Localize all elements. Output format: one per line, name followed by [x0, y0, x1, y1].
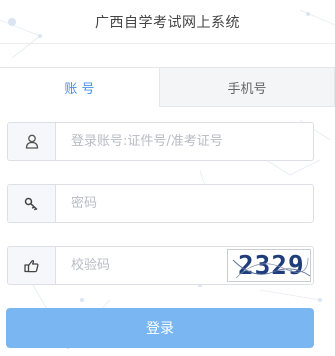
account-field [7, 122, 314, 161]
page-title: 广西自学考试网上系统 [95, 14, 240, 31]
captcha-field: 2329 [7, 246, 314, 285]
tab-phone[interactable]: 手机号 [159, 67, 335, 107]
password-field [7, 184, 314, 223]
account-input[interactable] [56, 123, 313, 160]
password-input[interactable] [56, 185, 313, 222]
background-network-decoration [0, 9, 335, 349]
hand-pointer-icon [8, 247, 56, 284]
captcha-noise-lines [232, 257, 311, 279]
key-icon [8, 185, 56, 222]
user-icon [8, 123, 56, 160]
login-button[interactable]: 登录 [6, 308, 314, 348]
header-bar: 广西自学考试网上系统 [0, 0, 335, 44]
tab-account[interactable]: 账 号 [0, 67, 159, 107]
login-page: 广西自学考试网上系统 账 号 手机号 登录账号:证件号/准考证号 校验码 232… [0, 0, 335, 356]
login-tabs: 账 号 手机号 [0, 67, 335, 107]
captcha-image[interactable]: 2329 [227, 249, 311, 282]
